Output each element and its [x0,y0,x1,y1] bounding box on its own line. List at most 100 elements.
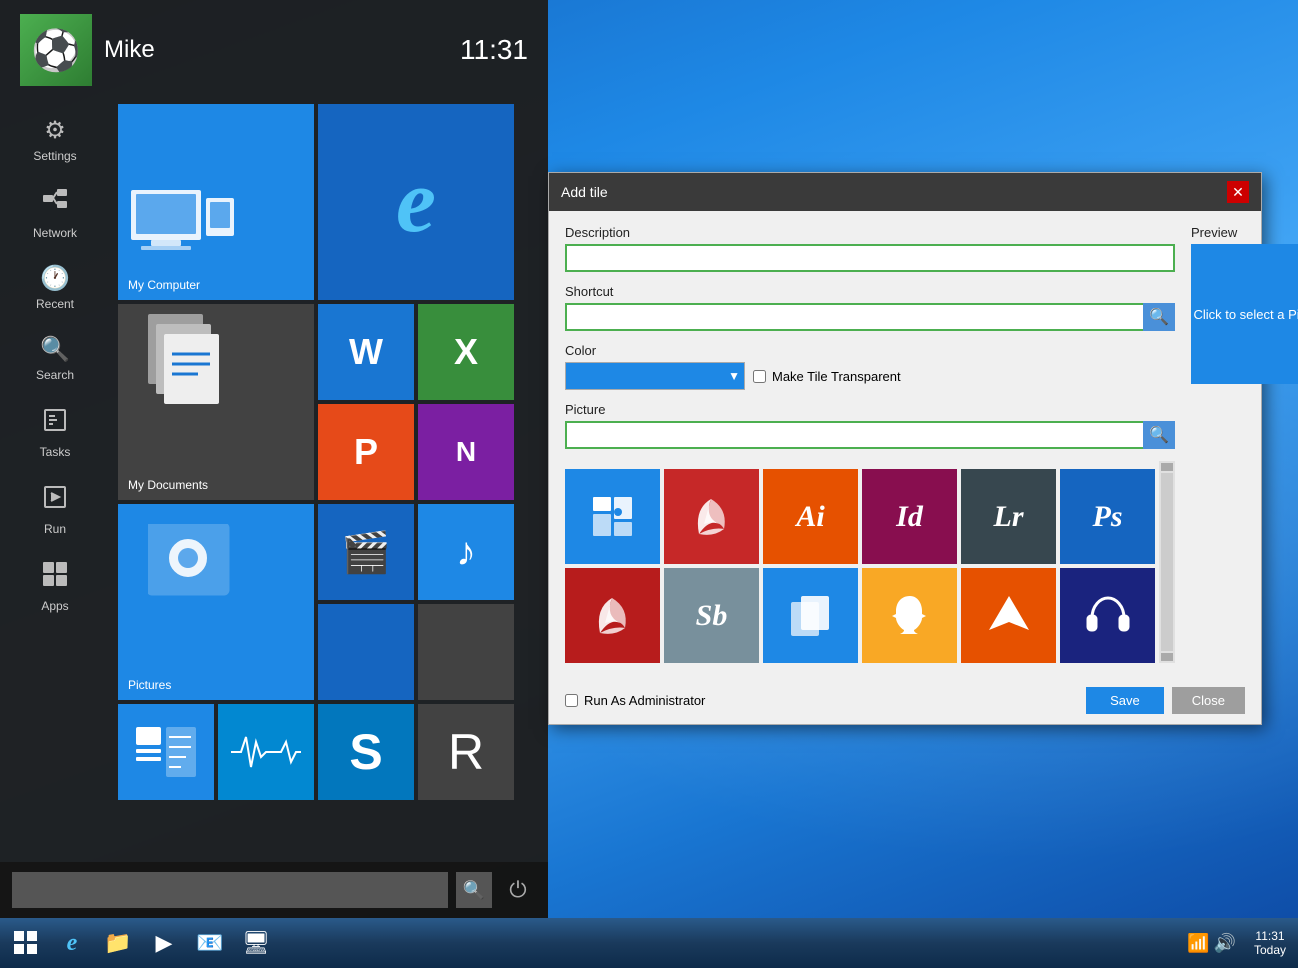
lightroom-symbol: Lr [994,500,1024,534]
sidebar-item-run[interactable]: Run [0,473,110,546]
taskbar-item-explorer[interactable]: 📁 [96,921,140,965]
tile-row-3: Pictures 🎬 ♪ [118,504,540,700]
icon-tile-illustrator[interactable]: Ai [763,469,858,564]
tile-music[interactable]: ♪ [418,504,514,600]
picture-row: 🔍 [565,421,1175,449]
tile-onenote[interactable]: N [418,404,514,500]
sidebar-item-apps[interactable]: Apps [0,550,110,623]
sidebar-item-search[interactable]: 🔍 Search [0,325,110,392]
shortcut-browse-button[interactable]: 🔍 [1143,303,1175,331]
shortcut-input[interactable] [565,303,1143,331]
transparent-checkbox[interactable] [753,370,766,383]
tile-my-computer[interactable]: My Computer [118,104,314,300]
scrollbar-track [1161,473,1173,651]
tile-row-4: S R [118,704,540,800]
start-button[interactable] [4,921,48,965]
admin-checkbox[interactable] [565,694,578,707]
excel-letter: X [454,331,478,373]
taskbar: e 📁 ▶ 📧 🖥 📶 🔊 11:31 Today [0,918,1298,968]
footer-buttons: Save Close [1086,687,1245,714]
save-button[interactable]: Save [1086,687,1164,714]
tile-my-documents[interactable]: My Documents [118,304,314,500]
tile-row-2: My Documents W X P [118,304,540,500]
picture-browse-button[interactable]: 🔍 [1143,421,1175,449]
sidebar-item-settings[interactable]: ⚙ Settings [0,106,110,173]
tile-pictures[interactable]: Pictures [118,504,314,700]
start-search-button[interactable]: 🔍 [456,872,492,908]
shortcut-group: Shortcut 🔍 [565,284,1175,331]
scrollbar-up-arrow[interactable] [1161,463,1173,471]
sidebar-item-recent[interactable]: 🕐 Recent [0,254,110,321]
taskbar-item-network-tb[interactable]: 🖥 [234,921,278,965]
icon-tile-copyfiles[interactable] [763,568,858,663]
my-documents-label: My Documents [128,478,208,492]
taskbar-network-icon: 🖥 [242,930,270,956]
sidebar-label-recent: Recent [36,297,74,311]
close-button[interactable]: Close [1172,687,1245,714]
taskbar-item-media[interactable]: ▶ [142,921,186,965]
admin-row: Run As Administrator [565,693,705,708]
scrollbar-down-arrow[interactable] [1161,653,1173,661]
picture-input[interactable] [565,421,1143,449]
ppt-letter: P [354,431,378,473]
pictures-label: Pictures [128,678,171,692]
preview-label: Preview [1191,225,1298,240]
tile-video[interactable]: 🎬 [318,504,414,600]
dialog-form: Description Shortcut 🔍 Color [565,225,1175,663]
dialog-close-button[interactable]: ✕ [1227,181,1249,203]
taskbar-item-outlook[interactable]: 📧 [188,921,232,965]
search-browse-icon: 🔍 [1149,307,1169,327]
picture-label: Picture [565,402,1175,417]
taskbar-item-ie[interactable]: e [50,921,94,965]
tile-word[interactable]: W [318,304,414,400]
tile-reddot[interactable]: R [418,704,514,800]
video-icon: 🎬 [341,529,391,576]
photoshop-symbol: Ps [1093,500,1123,534]
preview-box[interactable]: Click to select a Picture [1191,244,1298,384]
dialog-preview: Preview Click to select a Picture [1191,225,1298,663]
preview-text: Click to select a Picture [1193,307,1298,322]
icon-scrollbar[interactable] [1159,461,1175,663]
sidebar-item-network[interactable]: Network [0,177,110,250]
icon-tile-acrobat[interactable] [664,469,759,564]
user-name: Mike [104,36,155,64]
start-search-input[interactable] [12,872,448,908]
tile-blank-1[interactable] [318,604,414,700]
tile-skype[interactable]: S [318,704,414,800]
icon-tile-headphone[interactable] [1060,568,1155,663]
search-icon: 🔍 [40,335,70,364]
transparent-label: Make Tile Transparent [772,369,901,384]
tile-tasks-small[interactable] [118,704,214,800]
tile-powerpoint[interactable]: P [318,404,414,500]
icon-tile-arrow[interactable] [961,568,1056,663]
icon-tile-indesign[interactable]: Id [862,469,957,564]
icon-tile-settings[interactable] [565,469,660,564]
sidebar-label-search: Search [36,368,74,382]
shortcut-label: Shortcut [565,284,1175,299]
power-button[interactable]: ⏻ [500,872,536,908]
taskbar-tray: 📶 🔊 [1179,933,1244,954]
picture-search-icon: 🔍 [1149,425,1169,445]
tile-excel[interactable]: X [418,304,514,400]
tile-health[interactable] [218,704,314,800]
icon-tile-photoshop[interactable]: Ps [1060,469,1155,564]
tray-volume-icon: 🔊 [1214,933,1236,954]
taskbar-media-icon: ▶ [156,930,173,956]
indesign-symbol: Id [896,500,923,534]
icon-tile-lightroom[interactable]: Lr [961,469,1056,564]
color-row: ▼ Make Tile Transparent [565,362,1175,390]
icon-tile-soundbooth[interactable]: Sb [664,568,759,663]
run-icon [41,483,69,518]
description-label: Description [565,225,1175,240]
user-avatar[interactable]: ⚽ [20,14,92,86]
tile-ie[interactable]: e [318,104,514,300]
icon-tile-acrobat2[interactable] [565,568,660,663]
start-body: ⚙ Settings Network 🕐 Recent 🔍 Search [0,96,548,862]
dropdown-arrow-icon: ▼ [728,369,740,383]
description-input[interactable] [565,244,1175,272]
color-select[interactable]: ▼ [565,362,745,390]
tile-row-1: My Computer e [118,104,540,300]
tile-blank-2[interactable] [418,604,514,700]
sidebar-item-tasks[interactable]: Tasks [0,396,110,469]
icon-tile-snapchat[interactable] [862,568,957,663]
